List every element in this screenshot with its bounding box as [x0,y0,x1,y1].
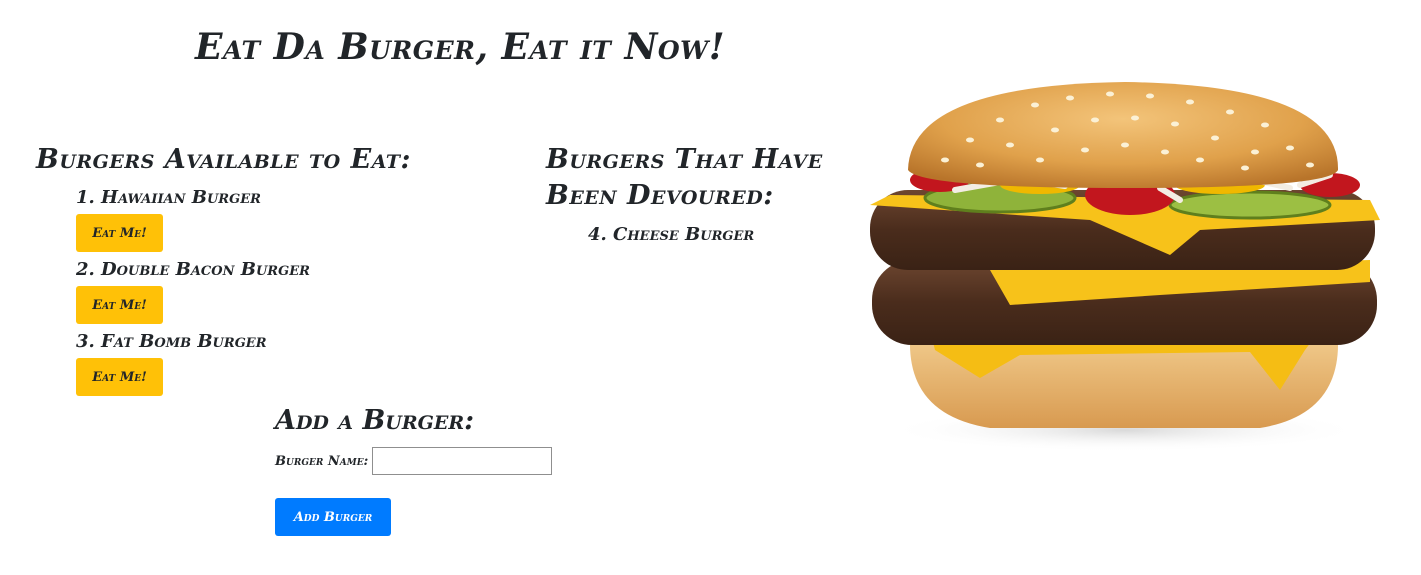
burger-name-input[interactable] [372,447,553,475]
add-burger-form: Burger Name: [275,447,553,475]
list-item: 3. Fat Bomb Burger Eat Me! [76,330,310,396]
burger-name: 1. Hawaiian Burger [76,187,261,208]
burger-name: 3. Fat Bomb Burger [76,331,267,352]
eat-me-button[interactable]: Eat Me! [76,214,163,252]
page: Eat Da Burger, Eat it Now! Burgers Avail… [0,0,1421,575]
eat-me-button[interactable]: Eat Me! [76,286,163,324]
eat-me-button[interactable]: Eat Me! [76,358,163,396]
burger-name: 2. Double Bacon Burger [76,259,310,280]
devoured-heading: Burgers That Have Been Devoured: [546,144,823,211]
burger-name-label: Burger Name: [275,453,369,469]
double-cheeseburger-icon [870,82,1380,450]
available-heading: Burgers Available to Eat: [36,144,412,175]
page-title: Eat Da Burger, Eat it Now! [195,26,726,68]
list-item: 2. Double Bacon Burger Eat Me! [76,258,310,324]
available-burger-list: 1. Hawaiian Burger Eat Me! 2. Double Bac… [76,186,310,402]
list-item: 1. Hawaiian Burger Eat Me! [76,186,310,252]
add-burger-heading: Add a Burger: [275,405,475,436]
devoured-burger-list: 4. Cheese Burger [588,223,754,247]
list-item: 4. Cheese Burger [588,224,755,245]
add-burger-button[interactable]: Add Burger [275,498,391,536]
